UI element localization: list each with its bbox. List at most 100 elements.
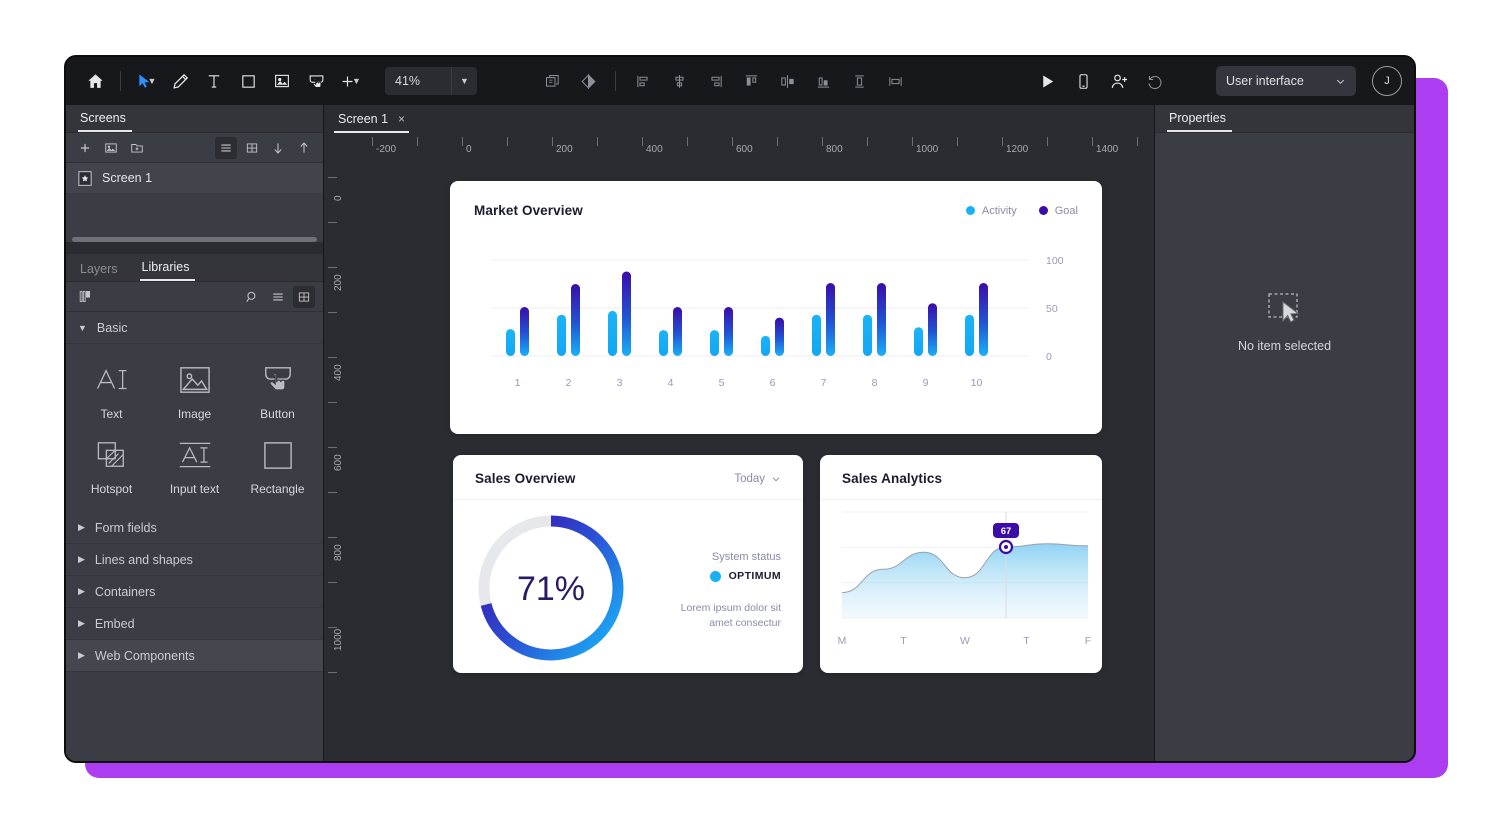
ruler-label: -200 [376,144,396,155]
sort-ascending-icon[interactable] [293,137,315,159]
ruler-label: 0 [333,195,344,201]
chevron-down-icon[interactable]: ▼ [148,76,157,86]
chevron-down-icon-add[interactable]: ▼ [352,76,361,86]
sales-donut-chart: 71% [461,506,641,671]
zoom-dropdown-icon[interactable]: ▼ [451,67,477,95]
tab-layers[interactable]: Layers [78,262,124,281]
artboard-screen-1[interactable]: Market Overview Activity Goa [416,181,1146,706]
screen-list-item[interactable]: Screen 1 [66,163,323,193]
canvas-area[interactable]: ◀ Market Overview Activity [350,159,1154,761]
close-icon[interactable]: × [398,112,405,126]
right-panel: Properties No item selected [1154,105,1414,761]
market-overview-bar-chart: 05010012345678910 [450,224,1102,424]
x-axis-tick-label: 6 [770,377,776,389]
x-axis-tick-label: 7 [821,377,827,389]
ruler-minor-tick [328,312,337,313]
library-section-containers[interactable]: ▶ Containers [66,576,323,608]
component-text[interactable]: Text [70,352,153,427]
document-tab-screen-1[interactable]: Screen 1 × [334,112,409,133]
history-undo-icon[interactable] [1138,64,1172,98]
component-input-text[interactable]: Input text [153,427,236,502]
device-preview-icon[interactable] [1066,64,1100,98]
flip-icon[interactable] [571,64,605,98]
pen-tool-icon[interactable] [163,64,197,98]
card-market-overview[interactable]: Market Overview Activity Goa [450,181,1102,434]
home-icon[interactable] [78,64,112,98]
donut-center-value: 71% [517,570,585,608]
library-section-label: Web Components [95,649,195,663]
library-section-web-components[interactable]: ▶ Web Components [66,640,323,672]
button-tool-icon[interactable] [299,64,333,98]
sales-analytics-title: Sales Analytics [842,471,1080,486]
duplicate-icon[interactable] [535,64,569,98]
align-left-icon[interactable] [626,64,660,98]
avatar[interactable]: J [1372,66,1402,96]
card-sales-analytics[interactable]: Sales Analytics 67MTWTF [820,455,1102,673]
component-button[interactable]: Button [236,352,319,427]
distribute-horizontal-icon[interactable] [878,64,912,98]
bar-activity [506,329,515,356]
align-center-h-icon[interactable] [662,64,696,98]
image-tool-icon[interactable] [265,64,299,98]
horizontal-ruler[interactable]: -2000200400600800100012001400 [324,133,1154,159]
window-body: Screens [66,105,1414,761]
library-section-embed[interactable]: ▶ Embed [66,608,323,640]
rectangle-tool-icon[interactable] [231,64,265,98]
component-label: Hotspot [91,482,132,496]
invite-user-icon[interactable] [1102,64,1136,98]
status-dot [710,571,721,582]
add-tool-icon[interactable]: ▼ [333,64,367,98]
zoom-control[interactable]: 41% ▼ [385,67,477,95]
align-top-icon[interactable] [734,64,768,98]
vertical-ruler[interactable]: 02004006008001000 [324,159,350,761]
ruler-tick [732,137,733,146]
add-image-icon[interactable] [100,137,122,159]
component-image[interactable]: Image [153,352,236,427]
screen-star-icon [78,171,92,186]
library-section-lines-shapes[interactable]: ▶ Lines and shapes [66,544,323,576]
library-section-basic[interactable]: ▼ Basic [66,312,323,344]
x-axis-tick-label: F [1085,635,1091,647]
ruler-tick [328,447,337,448]
ruler-tick [912,137,913,146]
search-icon[interactable] [241,286,263,308]
bar-activity [659,330,668,356]
add-screen-icon[interactable] [74,137,96,159]
project-select[interactable]: User interface [1216,66,1356,96]
chevron-right-icon-lines: ▶ [78,554,85,565]
sales-period-select[interactable]: Today [734,473,781,485]
libraries-toolbar [66,282,323,312]
lib-grid-view-icon[interactable] [293,286,315,308]
component-hotspot[interactable]: Hotspot [70,427,153,502]
grid-view-icon[interactable] [241,137,263,159]
tab-properties[interactable]: Properties [1167,111,1232,132]
list-view-icon[interactable] [215,137,237,159]
distribute-vertical-icon[interactable] [842,64,876,98]
ruler-minor-tick [687,137,688,146]
zoom-value[interactable]: 41% [385,74,451,88]
sort-descending-icon[interactable] [267,137,289,159]
lib-list-view-icon[interactable] [267,286,289,308]
x-axis-tick-label: 2 [566,377,572,389]
align-center-v-icon[interactable] [770,64,804,98]
tab-libraries[interactable]: Libraries [140,260,196,281]
library-icon[interactable] [74,286,96,308]
properties-empty-state: No item selected [1155,133,1414,761]
align-bottom-icon[interactable] [806,64,840,98]
no-selection-icon [1263,291,1307,325]
align-right-icon[interactable] [698,64,732,98]
ruler-minor-tick [597,137,598,146]
x-axis-tick-label: 1 [515,377,521,389]
library-section-form-fields[interactable]: ▶ Form fields [66,512,323,544]
component-grid: Text Image [66,344,323,512]
component-rectangle[interactable]: Rectangle [236,427,319,502]
add-folder-icon[interactable] [126,137,148,159]
preview-play-icon[interactable] [1030,64,1064,98]
system-status-description: Lorem ipsum dolor sit amet consectur [661,601,781,629]
text-tool-icon[interactable] [197,64,231,98]
tab-screens[interactable]: Screens [78,111,132,132]
component-label: Image [178,407,211,421]
card-sales-overview[interactable]: Sales Overview Today [453,455,803,673]
text-icon [92,360,132,400]
select-tool-icon[interactable]: ▼ [129,64,163,98]
